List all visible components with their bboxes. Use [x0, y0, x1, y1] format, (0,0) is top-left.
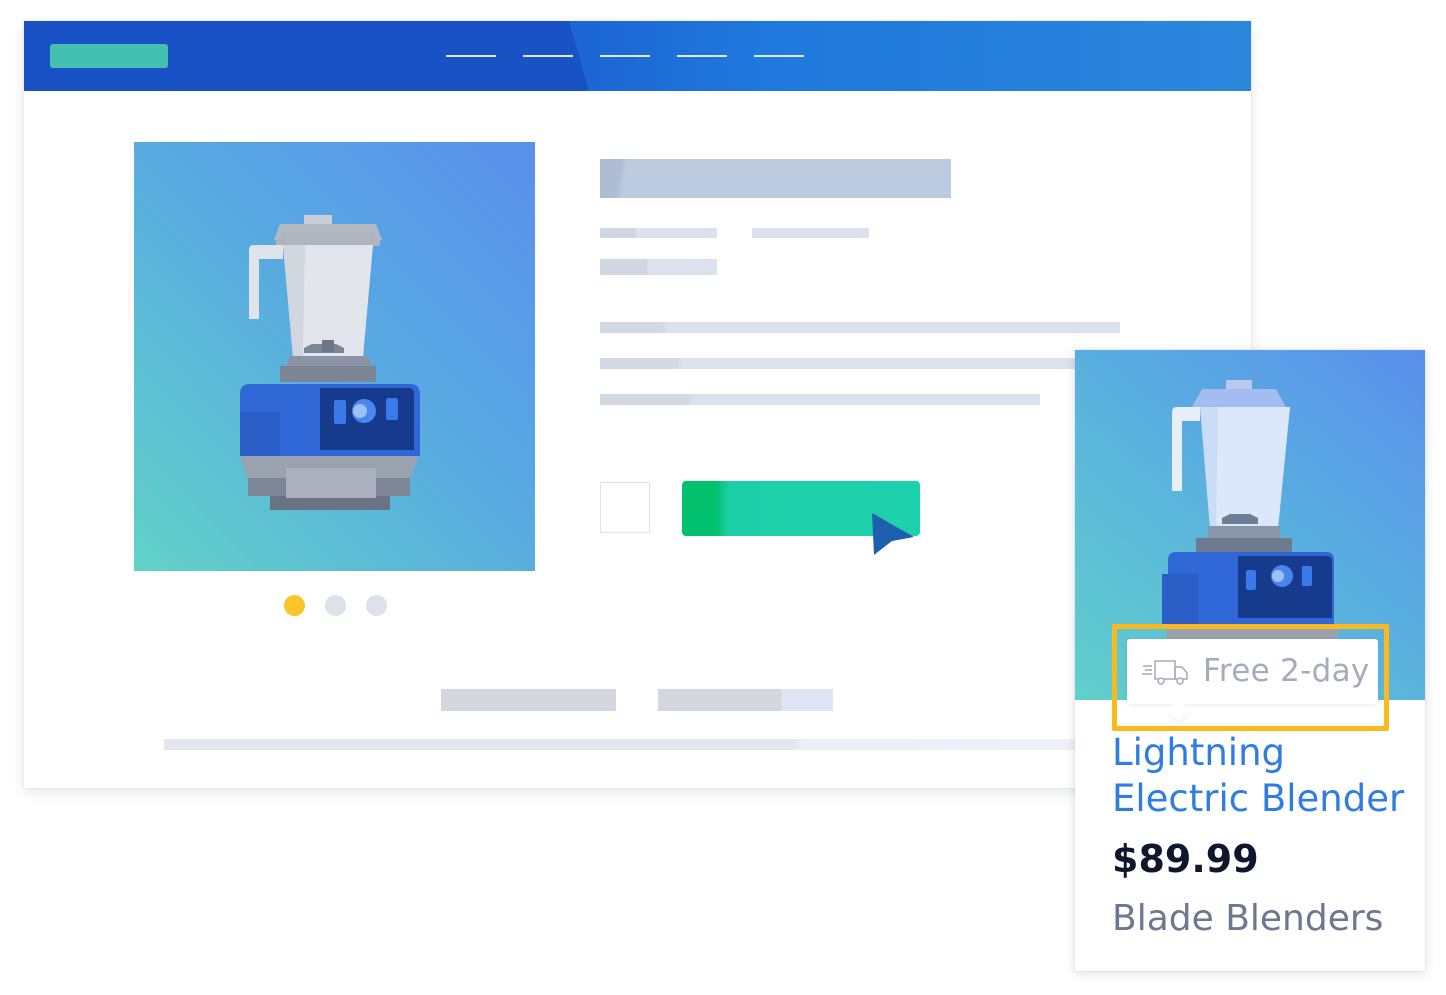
product-category[interactable]: Blade Blenders	[1112, 898, 1383, 939]
carousel-indicators	[284, 595, 387, 616]
cursor-arrow-icon	[872, 513, 914, 555]
description-line	[600, 394, 1040, 405]
browser-window	[24, 21, 1251, 788]
description-line	[600, 358, 1080, 369]
meta-placeholder	[600, 259, 717, 275]
quantity-input[interactable]	[600, 482, 650, 533]
nav-link[interactable]	[446, 55, 496, 57]
product-name-link[interactable]: Lightning Electric Blender	[1112, 730, 1412, 822]
nav-link[interactable]	[754, 55, 804, 57]
carousel-dot[interactable]	[366, 595, 387, 616]
nav-link[interactable]	[677, 55, 727, 57]
site-logo[interactable]	[50, 44, 168, 68]
product-name-line: Lightning	[1112, 731, 1286, 774]
carousel-dot-active[interactable]	[284, 595, 305, 616]
site-header	[24, 21, 1251, 91]
nav-link[interactable]	[600, 55, 650, 57]
shipping-badge: Free 2-day	[1127, 639, 1378, 704]
meta-placeholder	[752, 228, 869, 238]
product-image[interactable]	[134, 142, 535, 571]
description-line	[600, 322, 1120, 333]
product-title-placeholder	[600, 159, 951, 198]
product-name-line: Electric Blender	[1112, 777, 1405, 820]
badge-label: Free 2-day	[1203, 653, 1370, 689]
tab-placeholder[interactable]	[658, 689, 833, 711]
footer-placeholder	[164, 739, 1104, 750]
tab-placeholder[interactable]	[441, 689, 616, 711]
main-nav	[446, 55, 804, 57]
blender-illustration	[240, 215, 420, 510]
meta-placeholder	[600, 228, 717, 238]
carousel-dot[interactable]	[325, 595, 346, 616]
nav-link[interactable]	[523, 55, 573, 57]
delivery-truck-icon	[1142, 660, 1188, 685]
product-price: $89.99	[1112, 837, 1259, 881]
